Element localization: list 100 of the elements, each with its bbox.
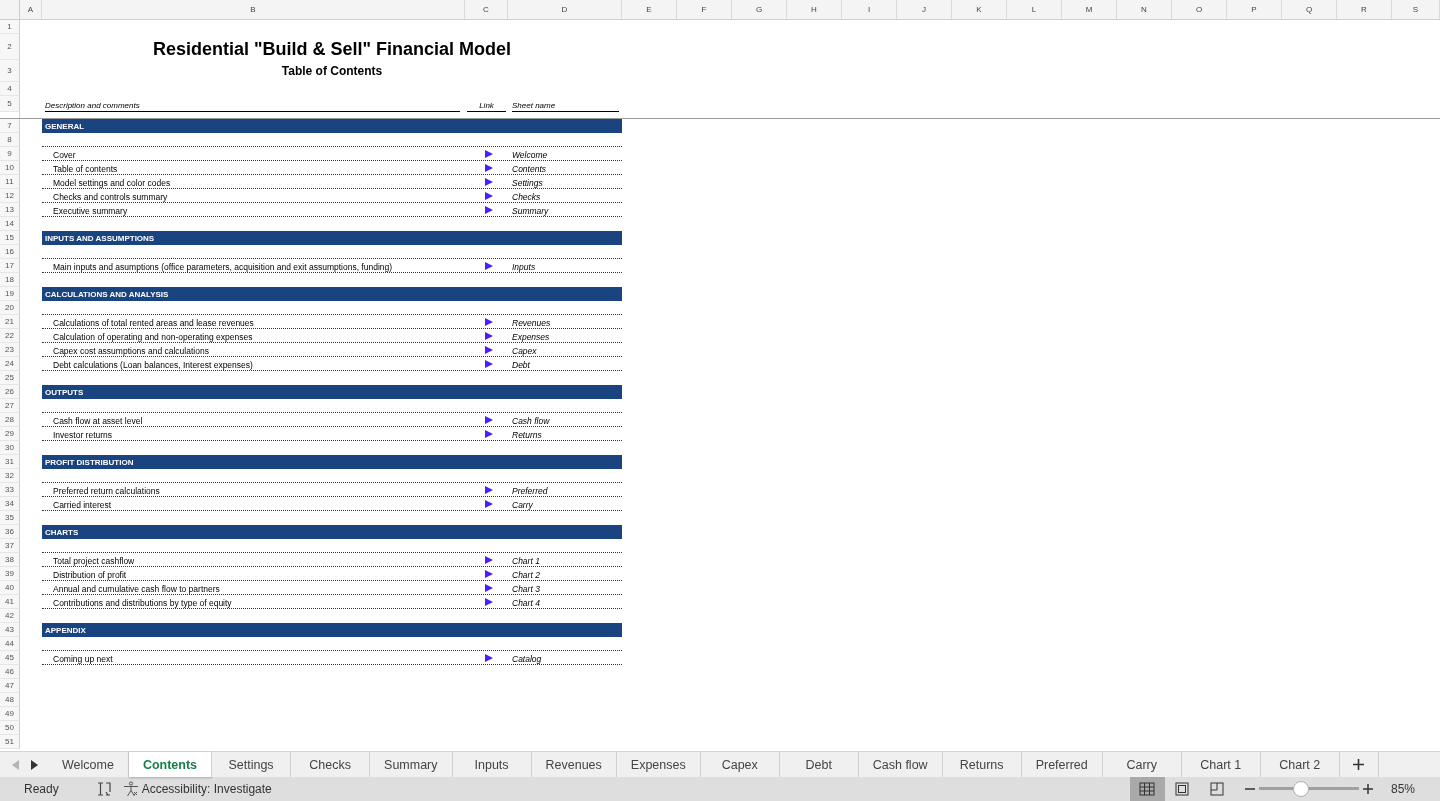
link-arrow-icon[interactable]: [484, 653, 493, 662]
column-header[interactable]: A: [20, 0, 42, 19]
column-header[interactable]: E: [622, 0, 677, 19]
row-header[interactable]: 49: [0, 707, 20, 721]
row-header[interactable]: 22: [0, 329, 20, 343]
sheet-link[interactable]: Settings: [512, 178, 543, 188]
section-header: APPENDIX: [42, 623, 622, 637]
column-header[interactable]: S: [1392, 0, 1440, 19]
sheet-link[interactable]: Contents: [512, 164, 547, 174]
zoom-level[interactable]: 85%: [1390, 782, 1415, 796]
column-header[interactable]: N: [1117, 0, 1172, 19]
accessibility-status[interactable]: Accessibility: Investigate: [141, 782, 272, 796]
column-header[interactable]: B: [42, 0, 465, 19]
sheet-link[interactable]: Checks: [512, 192, 541, 202]
row-header[interactable]: 36: [0, 525, 20, 539]
row-header[interactable]: 40: [0, 581, 20, 595]
row-header[interactable]: 29: [0, 427, 20, 441]
column-header[interactable]: Q: [1282, 0, 1337, 19]
sheet-link[interactable]: Chart 3: [512, 584, 540, 594]
column-header[interactable]: D: [508, 0, 622, 19]
sheet-link[interactable]: Summary: [512, 206, 549, 216]
sheet-link[interactable]: Revenues: [512, 318, 551, 328]
sheet-link[interactable]: Debt: [512, 360, 530, 370]
zoom-in-icon[interactable]: [1362, 784, 1373, 794]
slider-thumb[interactable]: [1292, 781, 1309, 797]
row-header[interactable]: 39: [0, 567, 20, 581]
sheet-link[interactable]: Capex: [512, 346, 537, 356]
row-header[interactable]: 25: [0, 371, 20, 385]
row-header[interactable]: 41: [0, 595, 20, 609]
row-header[interactable]: 30: [0, 441, 20, 455]
sheet-link[interactable]: Chart 2: [512, 570, 540, 580]
column-header[interactable]: I: [842, 0, 897, 19]
macro-record-icon[interactable]: [96, 782, 111, 796]
sheet-link[interactable]: Carry: [512, 500, 533, 510]
sheet-tab[interactable]: Contents: [128, 752, 213, 777]
link-arrow-icon[interactable]: [484, 261, 493, 270]
row-header[interactable]: 38: [0, 553, 20, 567]
sheet-link[interactable]: Chart 4: [512, 598, 540, 608]
row-header[interactable]: 37: [0, 539, 20, 553]
row-header[interactable]: 14: [0, 217, 20, 231]
row-header[interactable]: 15: [0, 231, 20, 245]
row-header[interactable]: 48: [0, 693, 20, 707]
row-header[interactable]: 16: [0, 245, 20, 259]
accessibility-icon[interactable]: [122, 781, 139, 797]
sheet-link[interactable]: Chart 1: [512, 556, 540, 566]
row-header[interactable]: 20: [0, 301, 20, 315]
column-header[interactable]: C: [465, 0, 508, 19]
row-header[interactable]: 21: [0, 315, 20, 329]
row-header[interactable]: 1: [0, 20, 20, 34]
row-header[interactable]: 10: [0, 161, 20, 175]
row-header[interactable]: 51: [0, 735, 20, 749]
scroll-right-icon[interactable]: [31, 759, 38, 770]
row-header[interactable]: 31: [0, 455, 20, 469]
row-header[interactable]: 23: [0, 343, 20, 357]
sheet-link[interactable]: Cash flow: [512, 416, 550, 426]
row-header[interactable]: 7: [0, 119, 20, 133]
column-header[interactable]: M: [1062, 0, 1117, 19]
row-header[interactable]: 35: [0, 511, 20, 525]
row-header[interactable]: 2: [0, 34, 20, 60]
row-header[interactable]: 12: [0, 189, 20, 203]
column-header[interactable]: O: [1172, 0, 1227, 19]
row-header[interactable]: 45: [0, 651, 20, 665]
row-header[interactable]: 33: [0, 483, 20, 497]
row-header[interactable]: 42: [0, 609, 20, 623]
column-header[interactable]: R: [1337, 0, 1392, 19]
row-header[interactable]: 13: [0, 203, 20, 217]
row-header[interactable]: 32: [0, 469, 20, 483]
sheet-link[interactable]: Welcome: [512, 150, 548, 160]
sheet-link[interactable]: Preferred: [512, 486, 548, 496]
row-header[interactable]: 17: [0, 259, 20, 273]
row-header[interactable]: 28: [0, 413, 20, 427]
column-header[interactable]: G: [732, 0, 787, 19]
row-header[interactable]: 18: [0, 273, 20, 287]
row-header[interactable]: 3: [0, 60, 20, 82]
sheet-link[interactable]: Catalog: [512, 654, 542, 664]
row-header[interactable]: 46: [0, 665, 20, 679]
column-header[interactable]: L: [1007, 0, 1062, 19]
row-header[interactable]: 26: [0, 385, 20, 399]
row-header[interactable]: 11: [0, 175, 20, 189]
row-header[interactable]: 43: [0, 623, 20, 637]
column-header[interactable]: J: [897, 0, 952, 19]
column-header[interactable]: P: [1227, 0, 1282, 19]
sheet-link[interactable]: Expenses: [512, 332, 550, 342]
row-header[interactable]: 4: [0, 82, 20, 96]
column-header[interactable]: F: [677, 0, 732, 19]
row-header[interactable]: 50: [0, 721, 20, 735]
row-header[interactable]: 47: [0, 679, 20, 693]
column-header[interactable]: K: [952, 0, 1007, 19]
row-header[interactable]: 5: [0, 96, 20, 112]
row-header[interactable]: 27: [0, 399, 20, 413]
row-header[interactable]: 44: [0, 637, 20, 651]
row-header[interactable]: 34: [0, 497, 20, 511]
row-header[interactable]: 19: [0, 287, 20, 301]
row-header[interactable]: 9: [0, 147, 20, 161]
row-header[interactable]: 8: [0, 133, 20, 147]
normal-view-button[interactable]: [1129, 777, 1165, 801]
sheet-link[interactable]: Inputs: [512, 262, 536, 272]
column-header[interactable]: H: [787, 0, 842, 19]
row-header[interactable]: 24: [0, 357, 20, 371]
sheet-link[interactable]: Returns: [512, 430, 542, 440]
